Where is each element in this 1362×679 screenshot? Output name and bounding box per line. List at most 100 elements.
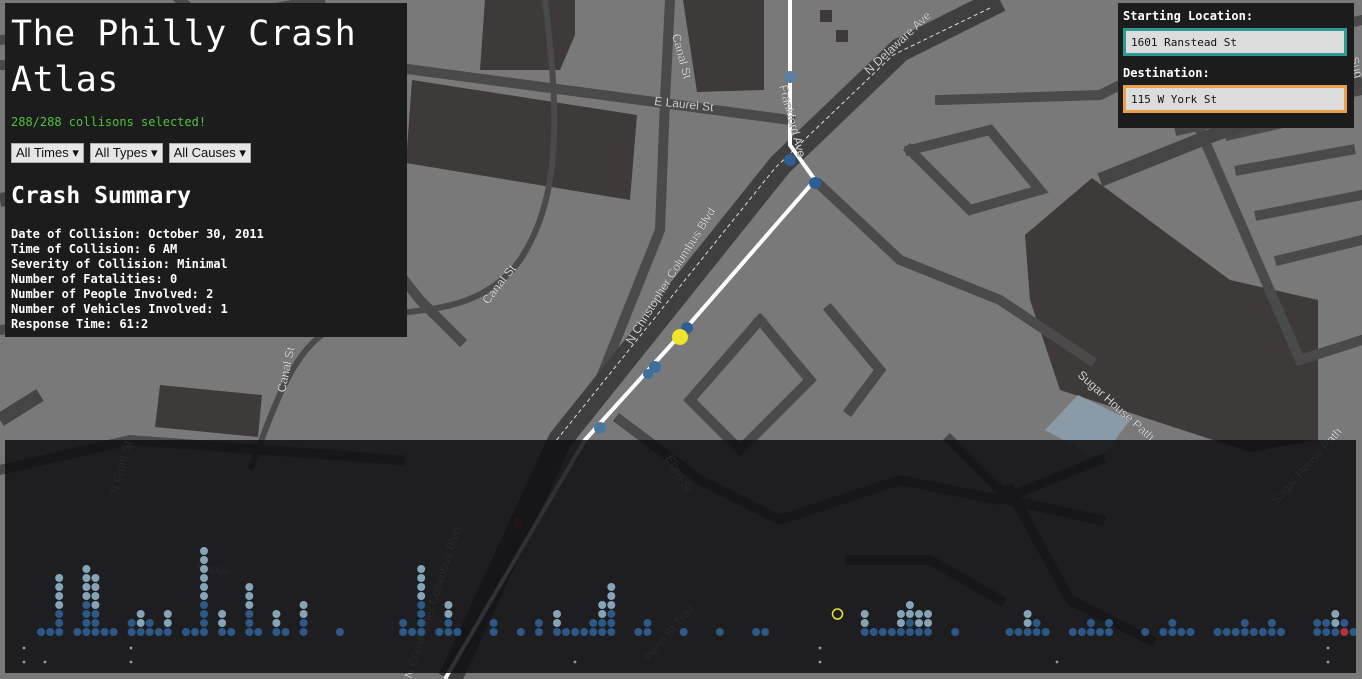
timeline-crash-dot[interactable] [82,583,91,591]
timeline-crash-dot[interactable] [905,619,914,627]
timeline-crash-dot[interactable] [417,601,426,609]
timeline-crash-dot[interactable] [272,619,281,627]
timeline-crash-dot[interactable] [489,628,498,636]
timeline-crash-dot[interactable] [417,583,426,591]
timeline-crash-dot[interactable] [200,601,208,609]
timeline-crash-dot[interactable] [299,601,308,609]
timeline-crash-dot[interactable] [399,619,408,627]
timeline-crash-dot[interactable] [82,592,91,600]
timeline-crash-dot[interactable] [598,601,607,609]
timeline-crash-dot[interactable] [200,556,208,564]
timeline-crash-dot[interactable] [607,619,616,627]
timeline-crash-dot[interactable] [163,610,172,618]
timeline-crash-dot[interactable] [245,628,254,636]
timeline-crash-dot[interactable] [245,583,254,591]
timeline-crash-dot[interactable] [752,628,761,636]
timeline-crash-dot[interactable] [915,628,923,636]
timeline-crash-dot[interactable] [516,628,525,636]
timeline-crash-dot[interactable] [1086,628,1095,636]
timeline-crash-dot[interactable] [272,610,281,618]
timeline-crash-dot[interactable] [245,592,254,600]
start-location-input[interactable] [1123,28,1347,56]
timeline-crash-dot[interactable] [299,619,308,627]
timeline-crash-dot[interactable] [607,583,616,591]
timeline-crash-dot[interactable] [200,610,208,618]
cause-filter-dropdown[interactable]: All Causes ▾ [168,143,251,163]
timeline-crash-dot[interactable] [1168,628,1177,636]
timeline-crash-dot[interactable] [553,619,561,627]
timeline-crash-dot[interactable] [399,628,408,636]
timeline-crash-dot[interactable] [562,628,570,636]
timeline-crash-dot[interactable] [553,610,561,618]
timeline-crash-dot[interactable] [1105,628,1113,636]
timeline-crash-dot[interactable] [1240,619,1249,627]
timeline-crash-dot[interactable] [82,628,91,636]
timeline-crash-dot[interactable] [1313,619,1322,627]
timeline-crash-dot[interactable] [417,628,426,636]
timeline-crash-dot[interactable] [1340,628,1349,636]
timeline-crash-dot[interactable] [761,628,770,636]
timeline-crash-dot[interactable] [91,574,100,582]
timeline-crash-dot[interactable] [534,619,543,627]
timeline-crash-dot[interactable] [73,628,82,636]
timeline-crash-dot[interactable] [1023,619,1032,627]
timeline-crash-dot[interactable] [571,628,580,636]
timeline-crash-dot[interactable] [281,628,290,636]
timeline-crash-dot[interactable] [145,619,154,627]
timeline-crash-dot[interactable] [896,619,905,627]
timeline-crash-dot[interactable] [1041,628,1050,636]
timeline-crash-dot[interactable] [417,619,426,627]
timeline-crash-dot[interactable] [245,601,254,609]
timeline-crash-dot[interactable] [598,610,607,618]
timeline-crash-dot[interactable] [607,628,616,636]
timeline-crash-dot[interactable] [951,628,960,636]
timeline-crash-dot[interactable] [408,628,417,636]
crash-timeline[interactable] [5,440,1356,673]
timeline-crash-dot[interactable] [1267,619,1276,627]
timeline-crash-dot[interactable] [1267,628,1276,636]
timeline-crash-dot[interactable] [444,619,453,627]
timeline-crash-dot[interactable] [200,619,208,627]
timeline-crash-dot[interactable] [91,583,100,591]
timeline-crash-dot[interactable] [91,628,100,636]
timeline-crash-dot[interactable] [896,610,905,618]
timeline-crash-dot[interactable] [1322,628,1331,636]
timeline-crash-dot[interactable] [489,619,498,627]
timeline-dot-plot[interactable] [5,440,1356,673]
timeline-crash-dot[interactable] [46,628,55,636]
timeline-crash-dot[interactable] [634,628,643,636]
timeline-crash-dot[interactable] [145,628,154,636]
timeline-crash-dot[interactable] [218,628,227,636]
timeline-crash-dot[interactable] [1222,628,1231,636]
timeline-crash-dot[interactable] [598,628,607,636]
timeline-crash-dot[interactable] [417,574,426,582]
timeline-crash-dot[interactable] [444,610,453,618]
timeline-crash-dot[interactable] [417,592,426,600]
timeline-crash-dot[interactable] [55,619,64,627]
timeline-crash-dot[interactable] [1159,628,1168,636]
time-filter-dropdown[interactable]: All Times ▾ [11,143,84,163]
timeline-crash-dot[interactable] [136,610,145,618]
timeline-crash-dot[interactable] [915,610,923,618]
timeline-crash-dot[interactable] [860,610,869,618]
timeline-crash-dot[interactable] [200,583,208,591]
timeline-crash-dot[interactable] [299,628,308,636]
timeline-crash-dot[interactable] [245,619,254,627]
timeline-crash-dot[interactable] [200,592,208,600]
timeline-crash-dot[interactable] [896,628,905,636]
timeline-crash-dot[interactable] [37,628,46,636]
timeline-crash-dot[interactable] [417,610,426,618]
timeline-crash-dot[interactable] [1231,628,1240,636]
timeline-crash-dot[interactable] [1023,610,1032,618]
timeline-crash-dot[interactable] [1096,628,1104,636]
timeline-crash-dot[interactable] [227,628,236,636]
timeline-crash-dot[interactable] [1032,619,1041,627]
selected-timeline-dot[interactable] [831,608,844,620]
timeline-crash-dot[interactable] [860,619,869,627]
timeline-crash-dot[interactable] [598,619,607,627]
timeline-crash-dot[interactable] [91,592,100,600]
timeline-crash-dot[interactable] [453,628,462,636]
timeline-crash-dot[interactable] [218,619,227,627]
timeline-crash-dot[interactable] [878,628,887,636]
timeline-crash-dot[interactable] [91,619,100,627]
